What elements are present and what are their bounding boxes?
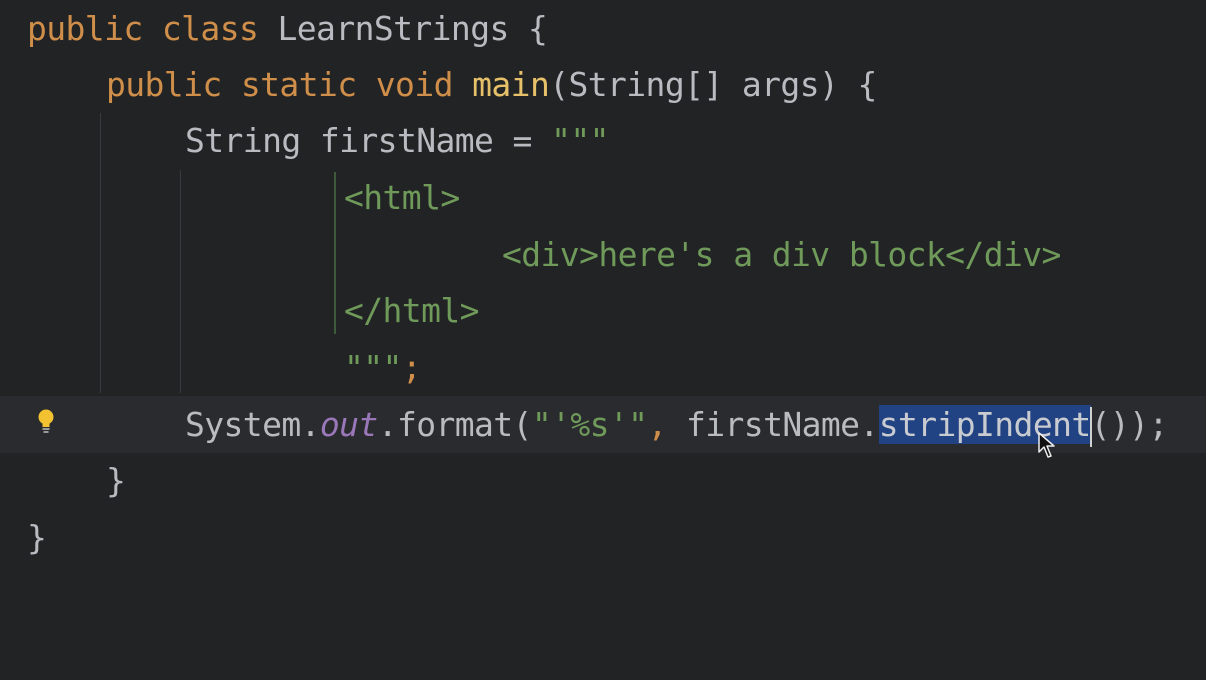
comma: , — [647, 405, 686, 444]
keyword-void: void — [375, 65, 454, 104]
call-end: ()); — [1090, 405, 1169, 444]
variable-ref: firstName. — [686, 405, 879, 444]
keyword-class: class — [161, 9, 259, 48]
code-editor[interactable]: public class LearnStrings { public stati… — [0, 0, 1206, 572]
format-call: .format( — [377, 405, 533, 444]
out-field: out — [319, 405, 378, 444]
code-line-1[interactable]: public class LearnStrings { — [0, 0, 1206, 57]
html-close-tag: </html> — [344, 291, 479, 330]
mouse-cursor-icon — [1038, 432, 1055, 458]
selected-method[interactable]: stripIndent — [878, 405, 1091, 444]
code-line-7[interactable]: """; — [0, 339, 1206, 396]
semicolon: ; — [401, 348, 422, 387]
code-line-4[interactable]: <html> — [0, 169, 1206, 226]
variable-declaration: String firstName = — [185, 121, 552, 160]
class-name: LearnStrings — [277, 9, 510, 48]
keyword-public: public — [106, 65, 222, 104]
close-brace: } — [106, 461, 126, 500]
code-line-6[interactable]: </html> — [0, 282, 1206, 339]
keyword-static: static — [240, 65, 357, 104]
code-line-3[interactable]: String firstName = """ — [0, 112, 1206, 169]
method-params: (String[] args) { — [549, 65, 877, 104]
keyword-public: public — [27, 9, 143, 48]
div-element: <div>here's a div block</div> — [502, 235, 1061, 274]
code-line-9[interactable]: } — [0, 452, 1206, 509]
html-open-tag: <html> — [344, 178, 460, 217]
text-block-open: """ — [551, 121, 609, 160]
open-brace: { — [528, 9, 548, 48]
method-name: main — [472, 65, 550, 104]
code-line-5[interactable]: <div>here's a div block</div> — [0, 226, 1206, 283]
code-line-2[interactable]: public static void main(String[] args) { — [0, 56, 1206, 113]
code-line-8[interactable]: System.out.format("'%s'", firstName.stri… — [0, 396, 1206, 453]
close-brace: } — [27, 518, 47, 557]
text-block-close: """ — [344, 348, 402, 387]
code-line-10[interactable]: } — [0, 509, 1206, 566]
lightbulb-icon[interactable] — [37, 408, 55, 436]
system-class: System. — [185, 405, 320, 444]
format-string: "'%s'" — [531, 405, 648, 444]
